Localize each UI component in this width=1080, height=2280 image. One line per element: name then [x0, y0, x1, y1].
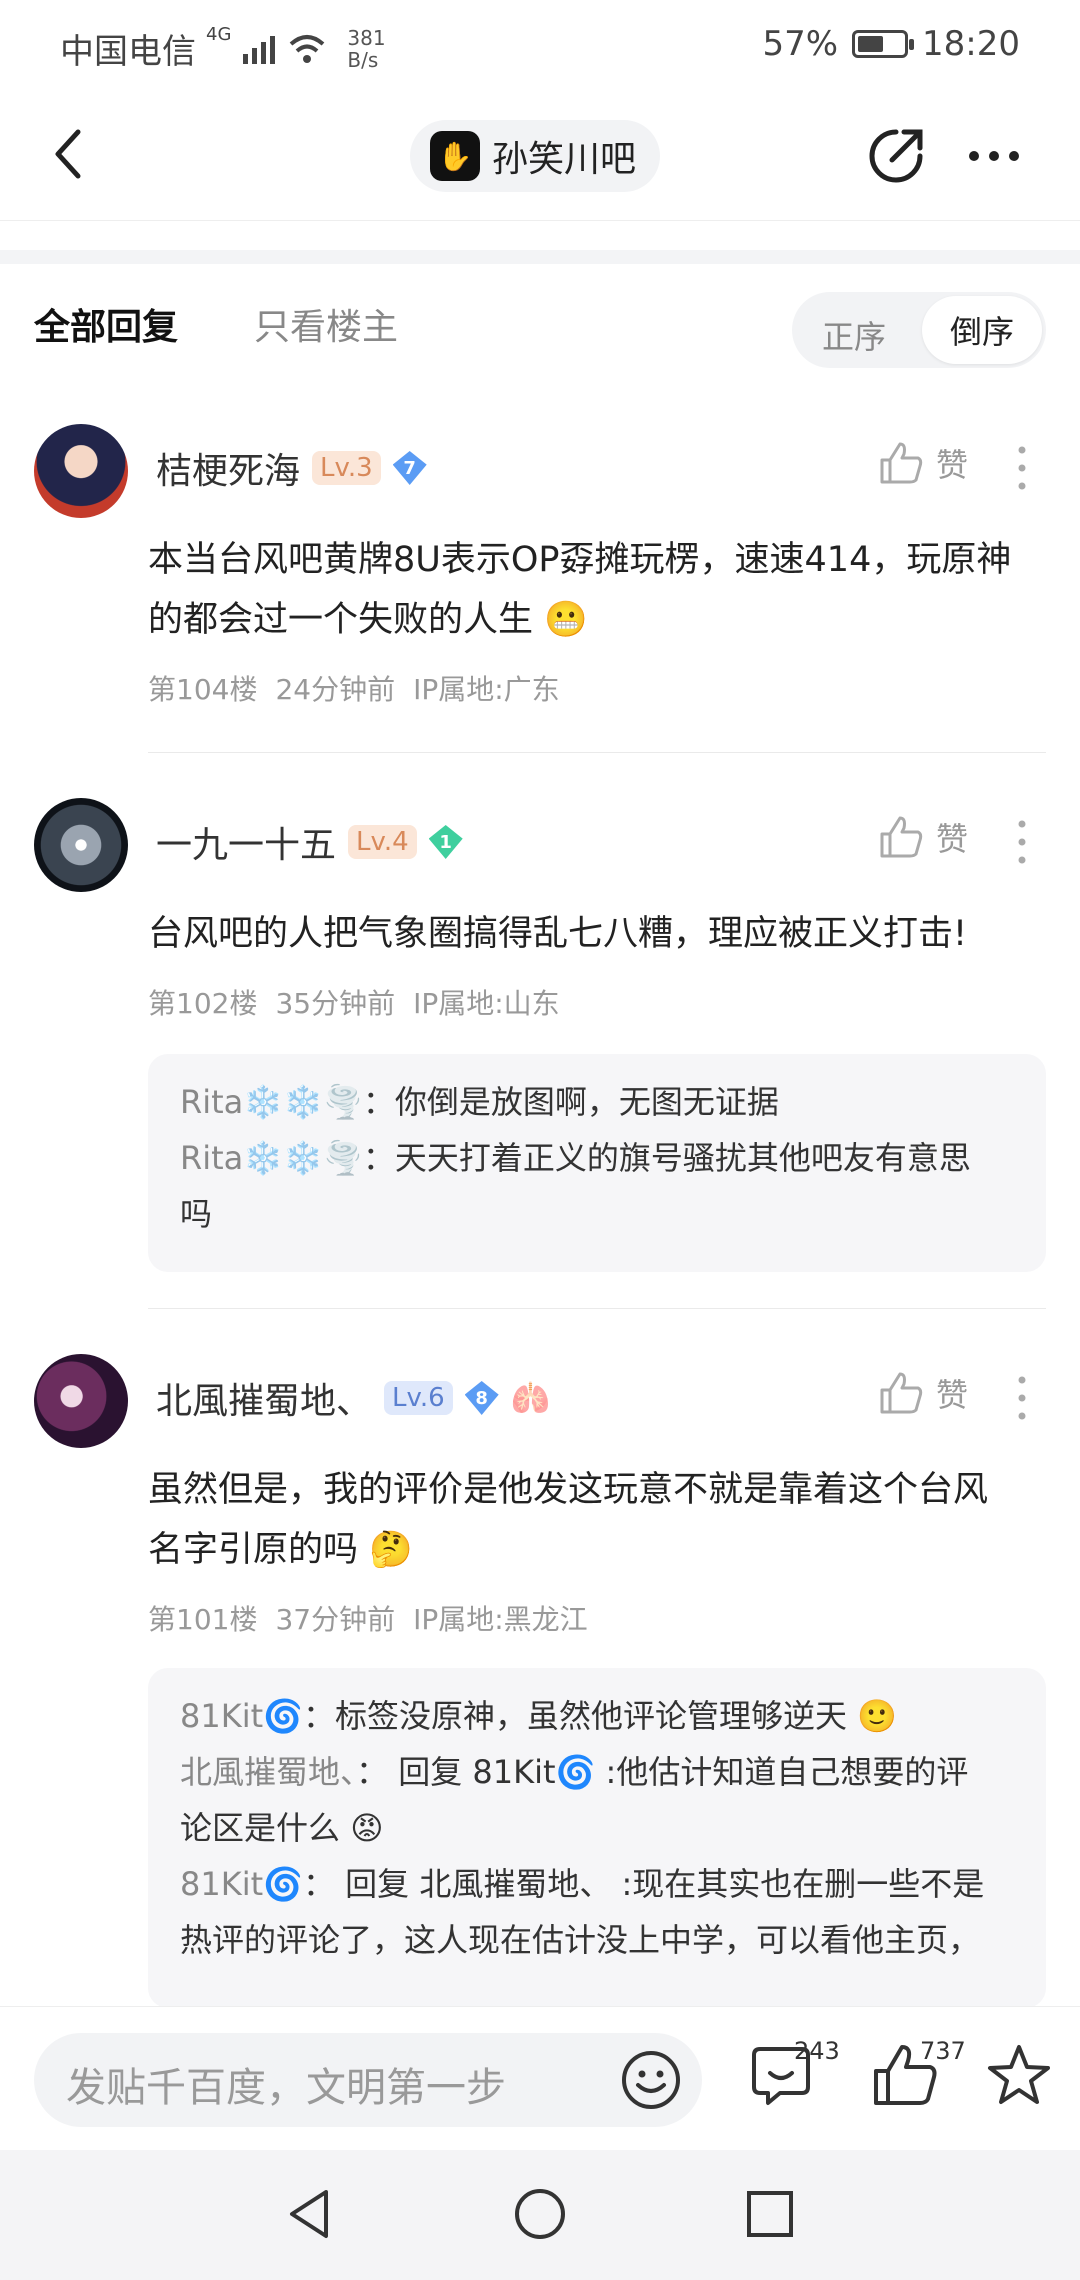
username[interactable]: 桔梗死海: [156, 442, 300, 494]
like-count: 737: [920, 2037, 966, 2065]
order-asc-button[interactable]: 正序: [822, 312, 886, 358]
sort-order-toggle: 正序 倒序: [792, 292, 1046, 368]
post-time: 35分钟前: [275, 987, 396, 1020]
sub-replies[interactable]: 81Kit🌀：标签没原神，虽然他评论管理够逆天 🙂 北風摧蜀地、： 回复 81K…: [148, 1668, 1046, 2008]
level-badge: Lv.6: [384, 1381, 453, 1415]
post-content: 台风吧的人把气象圈搞得乱七八糟，理应被正义打击!: [148, 914, 968, 954]
tab-op-only[interactable]: 只看楼主: [254, 298, 398, 350]
reply-author[interactable]: 北風摧蜀地、: [180, 1753, 356, 1791]
ip-location: IP属地:广东: [413, 673, 560, 706]
carrier-label: 中国电信: [60, 32, 196, 72]
order-desc-button[interactable]: 倒序: [922, 296, 1042, 364]
status-bar: 中国电信 4G 381 B/s 57% 18:20: [0, 0, 1080, 92]
thumbs-up-icon: [880, 442, 923, 484]
clock: 18:20: [922, 24, 1020, 64]
thumbs-up-icon: [880, 1372, 923, 1414]
net-speed: 381 B/s: [347, 25, 386, 72]
battery-icon: [852, 30, 915, 58]
floor-number: 第104楼: [148, 673, 258, 706]
level-badge: Lv.4: [348, 825, 417, 859]
reply-post: 桔梗死海 Lv.3 7 赞 本当台风吧黄牌8U表示OP孬摊玩楞，速速414，玩原…: [0, 420, 1080, 760]
reply-author[interactable]: 81Kit🌀: [180, 1697, 303, 1735]
post-meta: 第102楼 35分钟前 IP属地:山东: [148, 982, 560, 1022]
nav-recents-icon[interactable]: [742, 2186, 798, 2242]
like-button[interactable]: 赞: [878, 814, 968, 860]
post-divider: [148, 752, 1046, 753]
sub-reply: 81Kit🌀：标签没原神，虽然他评论管理够逆天 🙂: [180, 1697, 898, 1735]
avatar[interactable]: [34, 1354, 128, 1448]
reply-tabs: 全部回复 只看楼主 正序 倒序: [0, 284, 1080, 374]
chevron-left-icon[interactable]: [40, 124, 100, 184]
like-label: 赞: [936, 446, 969, 484]
like-label: 赞: [936, 820, 969, 858]
emoji-icon[interactable]: [618, 2047, 684, 2113]
angry-emoji-icon: 😡: [350, 1809, 384, 1847]
avatar[interactable]: [34, 424, 128, 518]
post-divider: [148, 1308, 1046, 1309]
post-content: 本当台风吧黄牌8U表示OP孬摊玩楞，速速414，玩原神 的都会过一个失败的人生 …: [148, 540, 1012, 640]
level-badge: Lv.3: [312, 451, 381, 485]
reply-input-placeholder: 发贴千百度，文明第一步: [66, 2065, 506, 2111]
post-time: 37分钟前: [275, 1603, 396, 1636]
fan-badge-icon: 8: [464, 1381, 499, 1415]
wifi-icon: [290, 34, 325, 63]
lungs-badge-icon: 🫁: [510, 1379, 551, 1417]
more-vertical-icon[interactable]: [1010, 812, 1034, 872]
reply-post: 一九一十五 Lv.4 1 赞 台风吧的人把气象圈搞得乱七八糟，理应被正义打击! …: [0, 794, 1080, 1314]
sub-replies[interactable]: Rita❄️❄️🌪️：你倒是放图啊，无图无证据 Rita❄️❄️🌪️：天天打着正…: [148, 1054, 1046, 1272]
username[interactable]: 一九一十五: [156, 816, 336, 868]
battery-percent: 57%: [762, 24, 839, 64]
star-icon[interactable]: [984, 2041, 1054, 2111]
fan-badge-icon: 1: [428, 825, 463, 859]
more-vertical-icon[interactable]: [1010, 438, 1034, 498]
reply-input[interactable]: 发贴千百度，文明第一步: [34, 2033, 702, 2127]
floor-number: 第101楼: [148, 1603, 258, 1636]
post-meta: 第101楼 37分钟前 IP属地:黑龙江: [148, 1598, 588, 1638]
floor-number: 第102楼: [148, 987, 258, 1020]
reply-author[interactable]: Rita❄️❄️🌪️: [180, 1139, 363, 1177]
more-vertical-icon[interactable]: [1010, 1368, 1034, 1428]
system-navigation-bar: [0, 2150, 1080, 2280]
fan-badge-icon: 7: [392, 451, 427, 485]
nav-back-icon[interactable]: [282, 2186, 338, 2242]
sub-reply: 北風摧蜀地、： 回复 81Kit🌀 :他估计知道自己想要的评: [180, 1753, 969, 1791]
reply-author[interactable]: 81Kit🌀: [180, 1865, 303, 1903]
sub-reply: 81Kit🌀： 回复 北風摧蜀地、 :现在其实也在删一些不是: [180, 1865, 985, 1903]
top-navigation: ✋ 孙笑川吧: [0, 110, 1080, 200]
ip-location: IP属地:山东: [413, 987, 560, 1020]
bottom-action-bar: 发贴千百度，文明第一步 243 737: [0, 2006, 1080, 2146]
like-button[interactable]: 赞: [878, 1370, 968, 1416]
thinking-emoji-icon: 🤔: [369, 1530, 413, 1570]
tab-all-replies[interactable]: 全部回复: [34, 298, 178, 350]
section-gap: [0, 250, 1080, 264]
forum-name: 孙笑川吧: [492, 139, 637, 180]
sub-reply: Rita❄️❄️🌪️：天天打着正义的旗号骚扰其他吧友有意思: [180, 1139, 971, 1177]
post-content: 虽然但是，我的评价是他发这玩意不就是靠着这个台风 名字引原的吗 🤔: [148, 1470, 989, 1570]
thumbs-up-icon: [880, 816, 923, 858]
angry-emoji-icon: 😬: [544, 600, 588, 640]
comment-count: 243: [794, 2037, 840, 2065]
sub-reply: Rita❄️❄️🌪️：你倒是放图啊，无图无证据: [180, 1083, 779, 1121]
nav-home-icon[interactable]: [512, 2186, 568, 2242]
avatar[interactable]: [34, 798, 128, 892]
reply-author[interactable]: Rita❄️❄️🌪️: [180, 1083, 363, 1121]
username[interactable]: 北風摧蜀地、: [156, 1372, 372, 1424]
post-meta: 第104楼 24分钟前 IP属地:广东: [148, 668, 560, 708]
like-button[interactable]: 赞: [878, 440, 968, 486]
share-edit-icon[interactable]: [864, 124, 928, 188]
ip-location: IP属地:黑龙江: [413, 1603, 588, 1636]
reply-post: 北風摧蜀地、 Lv.6 8 🫁 赞 虽然但是，我的评价是他发这玩意不就是靠着这个…: [0, 1350, 1080, 2010]
forum-title-button[interactable]: ✋ 孙笑川吧: [410, 120, 661, 192]
like-label: 赞: [936, 1376, 969, 1414]
header-divider: [0, 220, 1080, 221]
forum-avatar: ✋: [430, 131, 480, 181]
more-horizontal-icon[interactable]: [962, 124, 1026, 188]
post-time: 24分钟前: [275, 673, 396, 706]
network-type: 4G: [206, 24, 232, 45]
signal-icon: [243, 35, 276, 64]
